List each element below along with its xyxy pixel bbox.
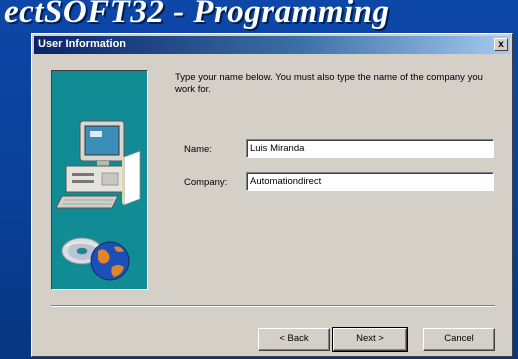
company-label: Company: bbox=[184, 177, 228, 188]
globe-icon bbox=[90, 241, 130, 281]
backdrop-title: ectSOFT32 - Programming bbox=[4, 0, 390, 30]
setup-artwork-panel bbox=[51, 70, 148, 290]
button-separator bbox=[51, 305, 495, 307]
setup-artwork bbox=[55, 120, 141, 281]
dialog-titlebar[interactable]: User Information x bbox=[34, 36, 510, 54]
next-button[interactable]: Next > bbox=[332, 327, 408, 352]
name-field[interactable] bbox=[246, 139, 494, 158]
user-information-dialog: User Information x Type your name below.… bbox=[31, 33, 513, 357]
back-button[interactable]: < Back bbox=[258, 328, 330, 351]
computer-icon bbox=[55, 120, 141, 209]
instructions-text: Type your name below. You must also type… bbox=[175, 72, 483, 95]
name-label: Name: bbox=[184, 144, 212, 155]
cancel-button[interactable]: Cancel bbox=[423, 328, 495, 351]
close-icon: x bbox=[498, 39, 504, 50]
close-button[interactable]: x bbox=[494, 38, 508, 51]
dialog-title: User Information bbox=[38, 38, 127, 50]
company-field[interactable] bbox=[246, 172, 494, 191]
